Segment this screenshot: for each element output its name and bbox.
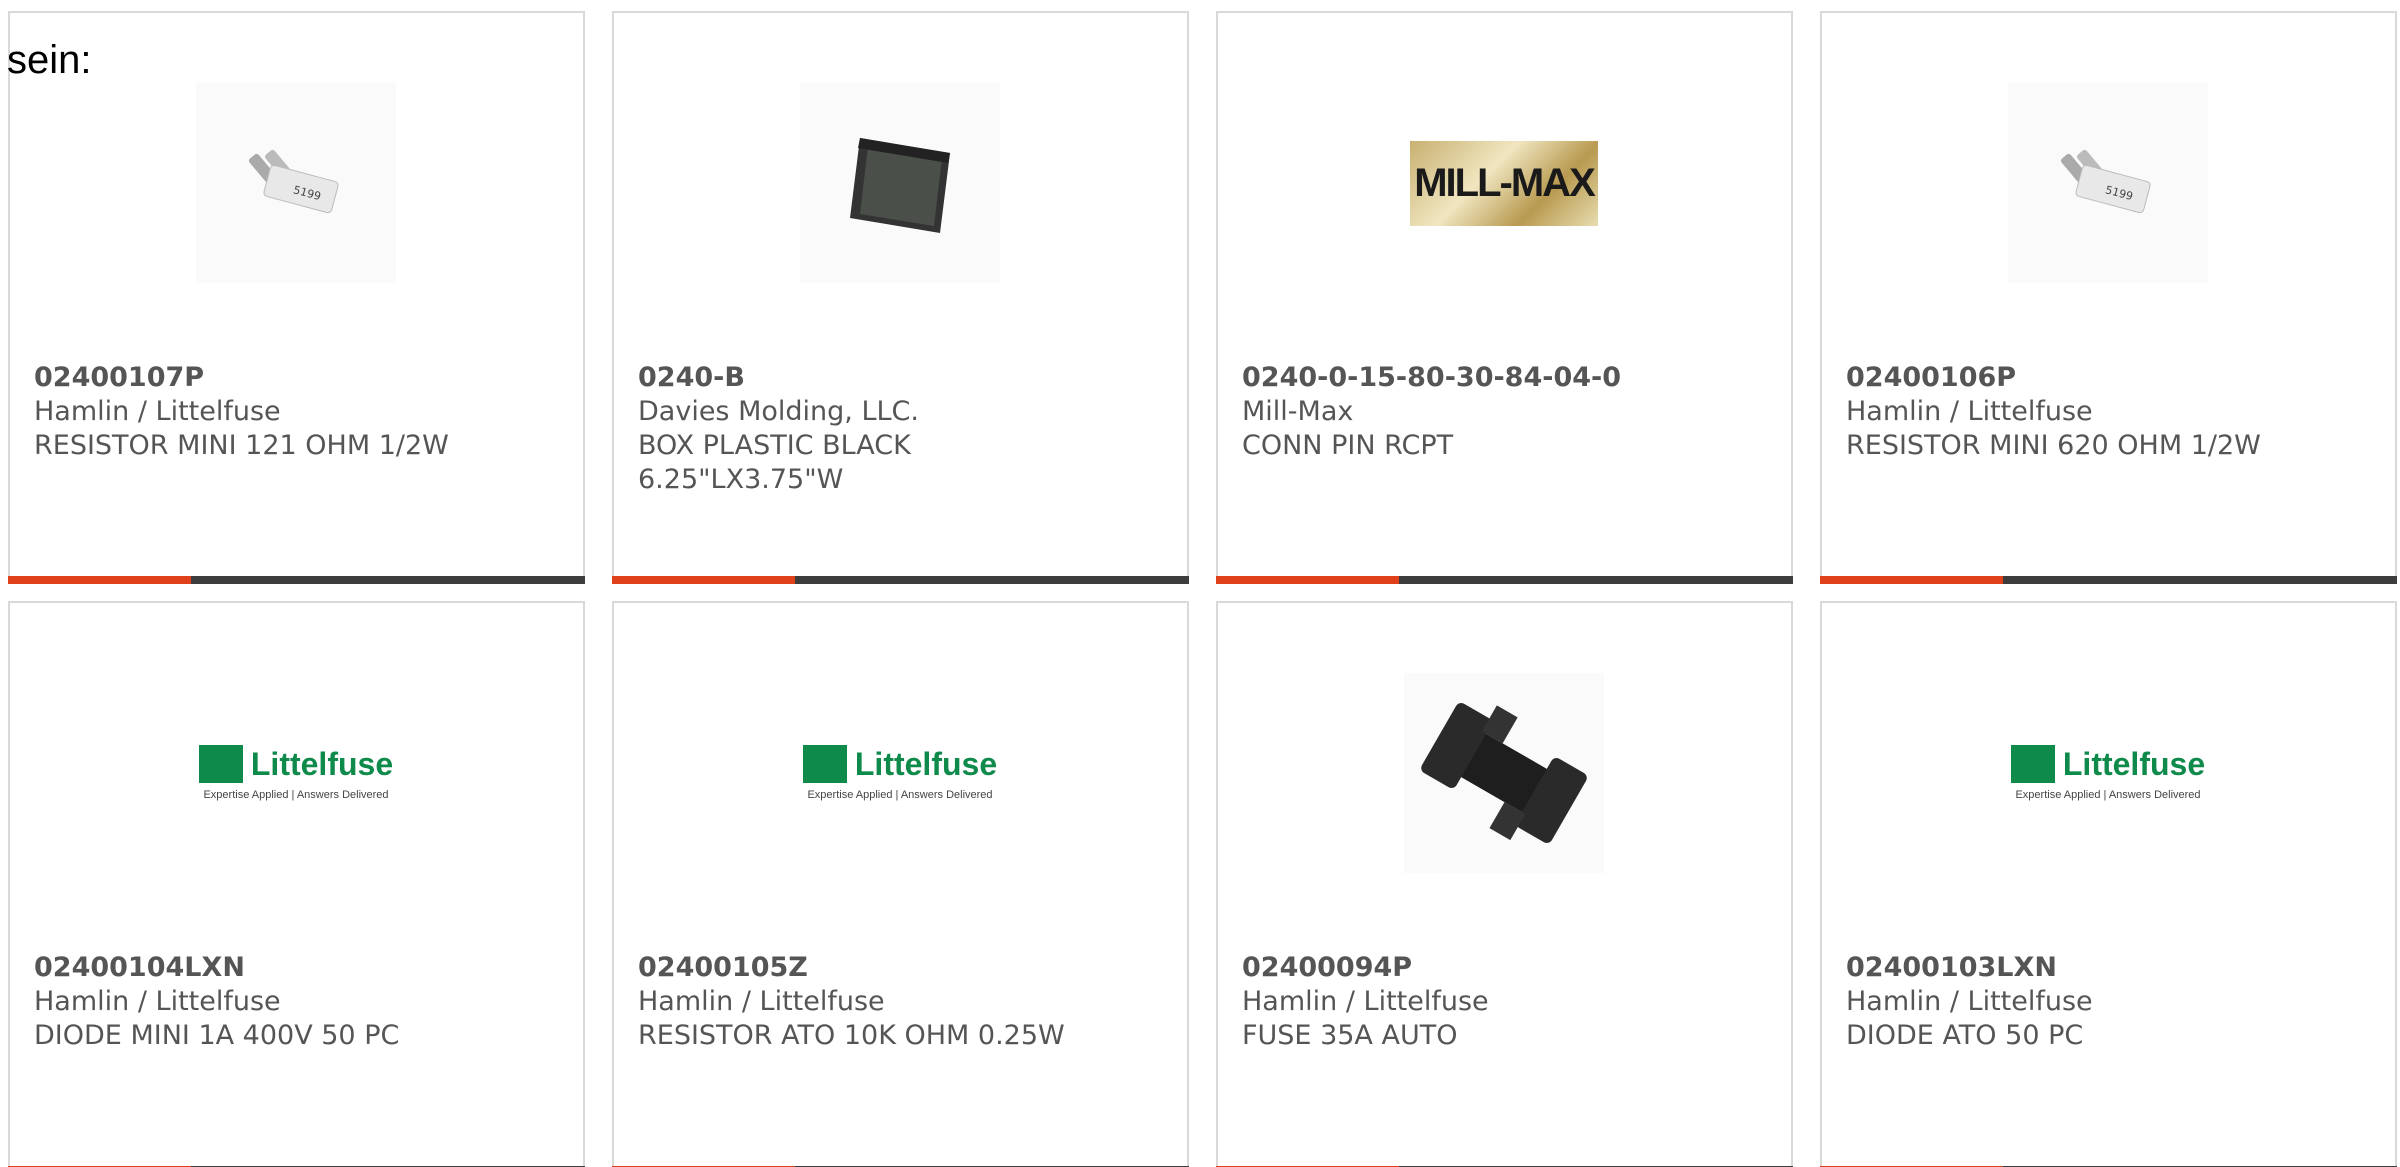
manufacturer: Davies Molding, LLC. xyxy=(638,396,919,427)
card-bottom-bar xyxy=(612,576,1189,584)
product-image[interactable]: 5199 xyxy=(2008,83,2208,283)
product-info: 02400104LXN Hamlin / Littelfuse DIODE MI… xyxy=(34,951,563,1053)
littelfuse-wordmark: Littelfuse xyxy=(2062,745,2206,782)
description: BOX PLASTIC BLACK 6.25"LX3.75"W xyxy=(638,430,911,495)
part-number[interactable]: 02400094P xyxy=(1242,951,1771,985)
littelfuse-logo: Littelfuse Expertise Applied | Answers D… xyxy=(196,745,396,801)
product-card[interactable]: Littelfuse Expertise Applied | Answers D… xyxy=(8,601,585,1167)
product-card[interactable]: Littelfuse Expertise Applied | Answers D… xyxy=(1820,601,2397,1167)
product-info: 02400107P Hamlin / Littelfuse RESISTOR M… xyxy=(34,361,563,463)
product-image[interactable] xyxy=(1404,673,1604,873)
littelfuse-tagline: Expertise Applied | Answers Delivered xyxy=(807,789,993,801)
description: DIODE MINI 1A 400V 50 PC xyxy=(34,1020,400,1051)
card-bottom-bar xyxy=(1216,576,1793,584)
description: DIODE ATO 50 PC xyxy=(1846,1020,2084,1051)
product-image[interactable]: MILL-MAX xyxy=(1404,83,1604,283)
page: sein: 5199 02400107P Hamlin / Littelfuse… xyxy=(0,0,2400,1167)
product-info: 02400106P Hamlin / Littelfuse RESISTOR M… xyxy=(1846,361,2375,463)
product-card[interactable]: 5199 02400106P Hamlin / Littelfuse RESIS… xyxy=(1820,11,2397,584)
part-number[interactable]: 02400105Z xyxy=(638,951,1167,985)
fuse-holder-icon xyxy=(1421,703,1587,843)
part-number[interactable]: 02400106P xyxy=(1846,361,2375,395)
manufacturer: Mill-Max xyxy=(1242,396,1354,427)
card-accent-bar xyxy=(1216,576,1399,584)
product-image[interactable] xyxy=(800,83,1000,283)
product-image[interactable]: 5199 xyxy=(196,83,396,283)
product-info: 02400103LXN Hamlin / Littelfuse DIODE AT… xyxy=(1846,951,2375,1053)
product-card[interactable]: MILL-MAX 0240-0-15-80-30-84-04-0 Mill-Ma… xyxy=(1216,11,1793,584)
product-info: 02400105Z Hamlin / Littelfuse RESISTOR A… xyxy=(638,951,1167,1053)
part-number[interactable]: 0240-0-15-80-30-84-04-0 xyxy=(1242,361,1771,395)
description: RESISTOR MINI 620 OHM 1/2W xyxy=(1846,430,2261,461)
card-bottom-bar xyxy=(1820,576,2397,584)
mini-blade-part-icon: 5199 xyxy=(248,149,339,214)
littelfuse-mark-icon xyxy=(802,745,847,783)
littelfuse-logo: Littelfuse Expertise Applied | Answers D… xyxy=(2008,745,2208,801)
littelfuse-tagline: Expertise Applied | Answers Delivered xyxy=(2015,789,2201,801)
littelfuse-logo: Littelfuse Expertise Applied | Answers D… xyxy=(800,745,1000,801)
littelfuse-wordmark: Littelfuse xyxy=(854,745,998,782)
product-info: 0240-0-15-80-30-84-04-0 Mill-Max CONN PI… xyxy=(1242,361,1771,463)
product-image[interactable]: Littelfuse Expertise Applied | Answers D… xyxy=(196,673,396,873)
mill-max-logo: MILL-MAX xyxy=(1410,140,1598,226)
littelfuse-wordmark: Littelfuse xyxy=(250,745,394,782)
product-info: 02400094P Hamlin / Littelfuse FUSE 35A A… xyxy=(1242,951,1771,1053)
manufacturer: Hamlin / Littelfuse xyxy=(1242,986,1489,1017)
product-card[interactable]: 02400094P Hamlin / Littelfuse FUSE 35A A… xyxy=(1216,601,1793,1167)
card-accent-bar xyxy=(612,576,795,584)
manufacturer: Hamlin / Littelfuse xyxy=(34,986,281,1017)
mini-blade-part-icon: 5199 xyxy=(2060,149,2151,214)
description: FUSE 35A AUTO xyxy=(1242,1020,1458,1051)
part-number[interactable]: 02400103LXN xyxy=(1846,951,2375,985)
black-box-icon xyxy=(850,138,950,233)
product-card[interactable]: Littelfuse Expertise Applied | Answers D… xyxy=(612,601,1189,1167)
description: RESISTOR ATO 10K OHM 0.25W xyxy=(638,1020,1065,1051)
product-image[interactable]: Littelfuse Expertise Applied | Answers D… xyxy=(800,673,1000,873)
product-card[interactable]: 5199 02400107P Hamlin / Littelfuse RESIS… xyxy=(8,11,585,584)
littelfuse-tagline: Expertise Applied | Answers Delivered xyxy=(203,789,389,801)
card-accent-bar xyxy=(8,576,191,584)
intro-text: sein: xyxy=(7,38,92,82)
part-number[interactable]: 0240-B xyxy=(638,361,1167,395)
manufacturer: Hamlin / Littelfuse xyxy=(638,986,885,1017)
card-bottom-bar xyxy=(8,576,585,584)
product-info: 0240-B Davies Molding, LLC. BOX PLASTIC … xyxy=(638,361,1167,497)
part-number[interactable]: 02400107P xyxy=(34,361,563,395)
product-card[interactable]: 0240-B Davies Molding, LLC. BOX PLASTIC … xyxy=(612,11,1189,584)
description: RESISTOR MINI 121 OHM 1/2W xyxy=(34,430,449,461)
littelfuse-mark-icon xyxy=(198,745,243,783)
part-number[interactable]: 02400104LXN xyxy=(34,951,563,985)
littelfuse-mark-icon xyxy=(2010,745,2055,783)
manufacturer: Hamlin / Littelfuse xyxy=(1846,396,2093,427)
manufacturer: Hamlin / Littelfuse xyxy=(34,396,281,427)
description: CONN PIN RCPT xyxy=(1242,430,1454,461)
card-accent-bar xyxy=(1820,576,2003,584)
product-image[interactable]: Littelfuse Expertise Applied | Answers D… xyxy=(2008,673,2208,873)
manufacturer: Hamlin / Littelfuse xyxy=(1846,986,2093,1017)
